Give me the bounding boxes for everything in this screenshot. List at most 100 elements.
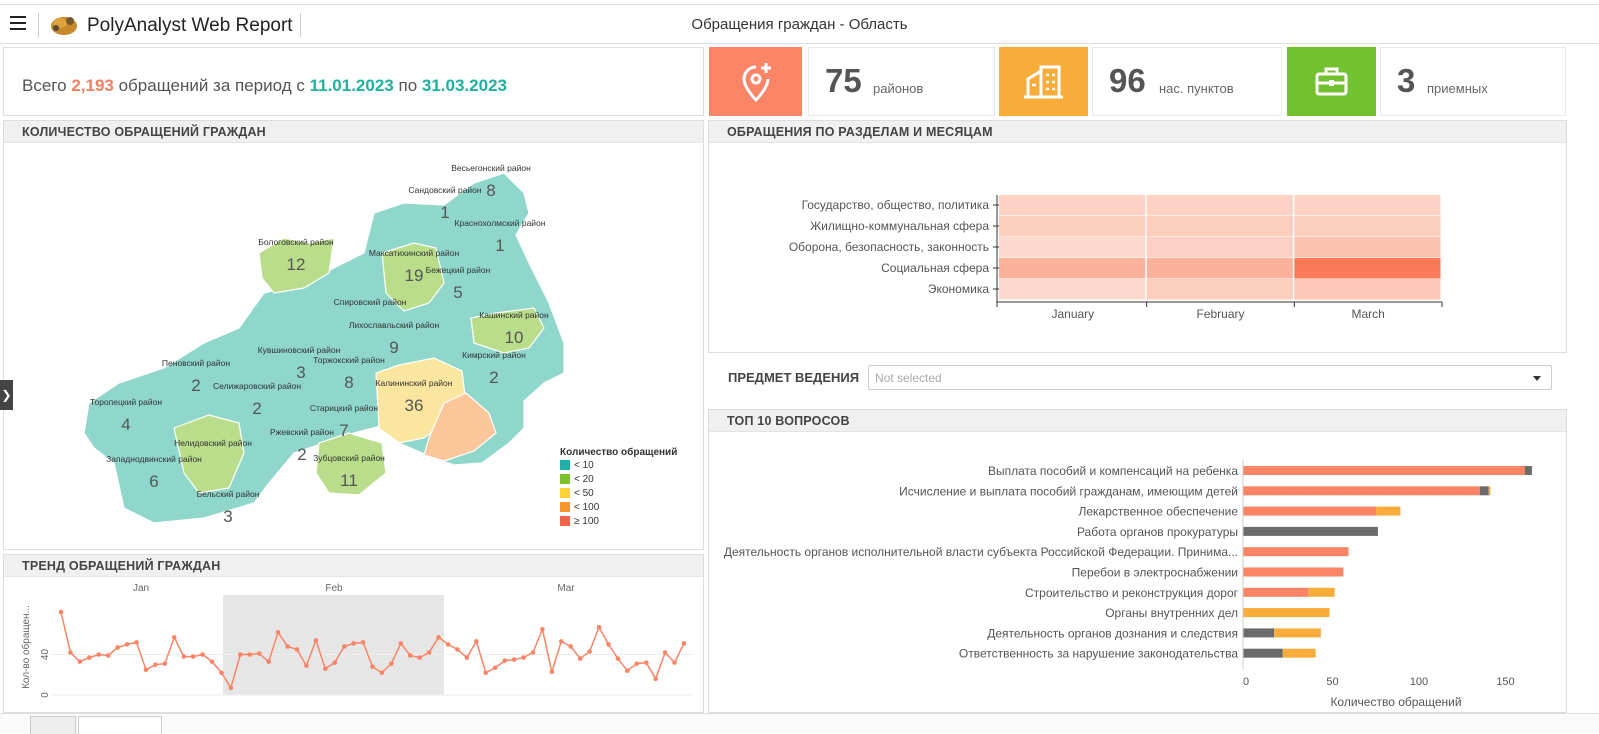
trend-point[interactable] — [58, 609, 64, 615]
heatmap-cell[interactable] — [1146, 279, 1293, 300]
trend-point[interactable] — [568, 644, 574, 649]
trend-point[interactable] — [171, 635, 177, 640]
trend-point[interactable] — [87, 655, 92, 660]
trend-point[interactable] — [341, 644, 347, 649]
heatmap-cell[interactable] — [1294, 195, 1441, 216]
trend-point[interactable] — [398, 641, 404, 646]
tab[interactable] — [30, 716, 76, 734]
trend-point[interactable] — [238, 652, 243, 657]
trend-point[interactable] — [596, 624, 602, 630]
bar-segment[interactable] — [1243, 587, 1309, 597]
top10-bar-chart[interactable]: Выплата пособий и компенсаций на ребенка… — [709, 432, 1566, 730]
heatmap-cell[interactable] — [999, 216, 1146, 237]
trend-point[interactable] — [323, 666, 328, 671]
bar-segment[interactable] — [1243, 486, 1481, 496]
trend-point[interactable] — [115, 645, 120, 650]
trend-point[interactable] — [587, 649, 592, 654]
heatmap-cell[interactable] — [999, 258, 1146, 279]
trend-point[interactable] — [379, 670, 385, 676]
trend-point[interactable] — [247, 652, 253, 657]
heatmap-cell[interactable] — [1294, 279, 1441, 300]
trend-point[interactable] — [389, 661, 394, 666]
trend-point[interactable] — [662, 650, 668, 655]
heatmap-cell[interactable] — [1146, 216, 1293, 237]
heatmap-cell[interactable] — [999, 195, 1146, 216]
trend-point[interactable] — [549, 669, 555, 675]
trend-point[interactable] — [577, 656, 583, 661]
trend-point[interactable] — [162, 661, 168, 666]
trend-point[interactable] — [285, 644, 290, 649]
trend-point[interactable] — [153, 662, 158, 667]
trend-point[interactable] — [77, 659, 83, 664]
trend-point[interactable] — [219, 670, 224, 676]
trend-point[interactable] — [351, 641, 356, 646]
trend-point[interactable] — [530, 650, 536, 655]
trend-point[interactable] — [540, 626, 545, 632]
trend-point[interactable] — [105, 653, 111, 658]
bar-segment[interactable] — [1243, 567, 1344, 577]
trend-point[interactable] — [558, 639, 564, 644]
bar-segment[interactable] — [1243, 506, 1377, 516]
bar-segment[interactable] — [1274, 628, 1321, 638]
bar-segment[interactable] — [1308, 587, 1335, 597]
trend-point[interactable] — [455, 647, 460, 652]
trend-point[interactable] — [360, 640, 366, 645]
trend-point[interactable] — [521, 655, 526, 660]
trend-point[interactable] — [634, 661, 640, 666]
trend-point[interactable] — [181, 654, 187, 659]
trend-point[interactable] — [200, 652, 205, 657]
chevron-down-icon[interactable] — [1533, 376, 1541, 381]
trend-point[interactable] — [672, 660, 677, 665]
trend-point[interactable] — [304, 663, 309, 668]
heatmap-cell[interactable] — [1146, 258, 1293, 279]
heatmap-cell[interactable] — [1294, 237, 1441, 258]
trend-point[interactable] — [606, 642, 611, 647]
trend-point[interactable] — [625, 668, 630, 674]
trend-point[interactable] — [445, 642, 451, 647]
bar-segment[interactable] — [1488, 486, 1491, 496]
trend-point[interactable] — [474, 639, 479, 644]
bar-segment[interactable] — [1243, 466, 1525, 475]
trend-point[interactable] — [426, 650, 432, 655]
trend-point[interactable] — [483, 670, 489, 676]
bar-segment[interactable] — [1243, 547, 1349, 557]
heatmap-cell[interactable] — [1294, 258, 1441, 279]
trend-point[interactable] — [653, 676, 658, 682]
trend-point[interactable] — [209, 659, 215, 664]
tab[interactable] — [78, 716, 162, 734]
trend-point[interactable] — [511, 657, 517, 662]
bar-segment[interactable] — [1243, 648, 1283, 658]
trend-point[interactable] — [266, 659, 271, 664]
trend-point[interactable] — [256, 651, 262, 656]
trend-point[interactable] — [615, 656, 621, 661]
trend-point[interactable] — [294, 647, 300, 652]
bar-segment[interactable] — [1243, 526, 1378, 536]
bar-segment[interactable] — [1480, 486, 1489, 496]
bar-segment[interactable] — [1243, 608, 1330, 618]
trend-point[interactable] — [492, 665, 498, 670]
trend-point[interactable] — [436, 635, 441, 640]
subject-filter-dropdown[interactable]: Not selected — [868, 365, 1552, 390]
bar-segment[interactable] — [1243, 628, 1275, 638]
heatmap-cell[interactable] — [1294, 216, 1441, 237]
bar-segment[interactable] — [1376, 506, 1401, 516]
trend-point[interactable] — [134, 640, 139, 645]
trend-point[interactable] — [407, 653, 413, 658]
trend-point[interactable] — [313, 638, 319, 643]
trend-point[interactable] — [190, 654, 196, 659]
trend-point[interactable] — [681, 641, 687, 646]
trend-point[interactable] — [228, 685, 234, 691]
trend-point[interactable] — [370, 664, 375, 669]
trend-point[interactable] — [68, 650, 73, 655]
trend-point[interactable] — [124, 642, 130, 647]
trend-point[interactable] — [502, 658, 507, 663]
trend-point[interactable] — [275, 629, 281, 635]
trend-point[interactable] — [464, 655, 470, 660]
heatmap-cell[interactable] — [1146, 237, 1293, 258]
expand-sidebar-button[interactable]: ❯ — [0, 380, 13, 410]
heatmap-chart[interactable]: Государство, общество, политика Жилищно-к… — [709, 143, 1566, 352]
heatmap-cell[interactable] — [999, 237, 1146, 258]
heatmap-cell[interactable] — [1146, 195, 1293, 216]
trend-point[interactable] — [643, 660, 649, 665]
trend-point[interactable] — [143, 667, 149, 673]
